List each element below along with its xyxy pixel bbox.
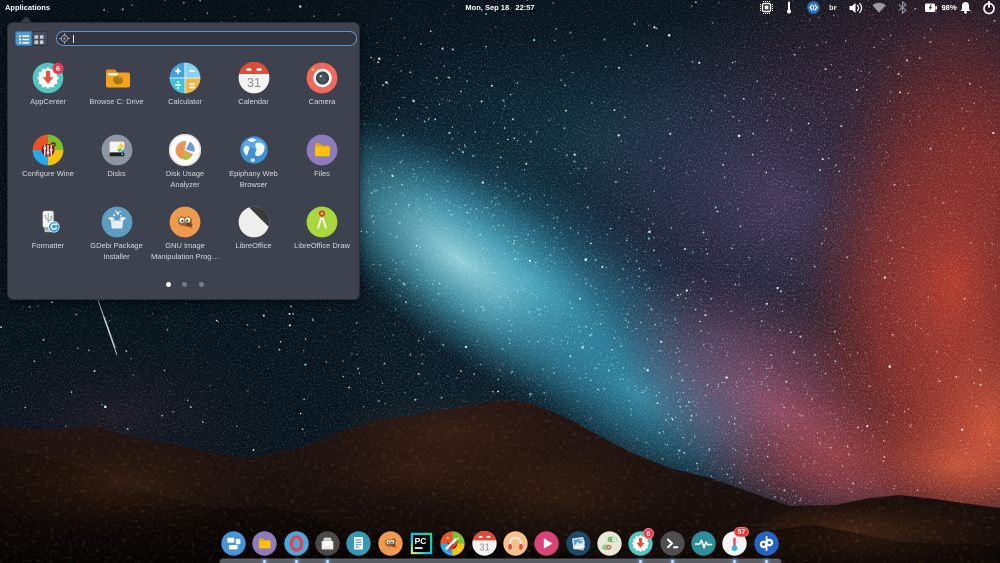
svg-text:6: 6 bbox=[56, 64, 60, 73]
svg-text:31: 31 bbox=[479, 543, 490, 554]
svg-text:31: 31 bbox=[247, 76, 261, 90]
svg-text:PC: PC bbox=[415, 536, 427, 546]
